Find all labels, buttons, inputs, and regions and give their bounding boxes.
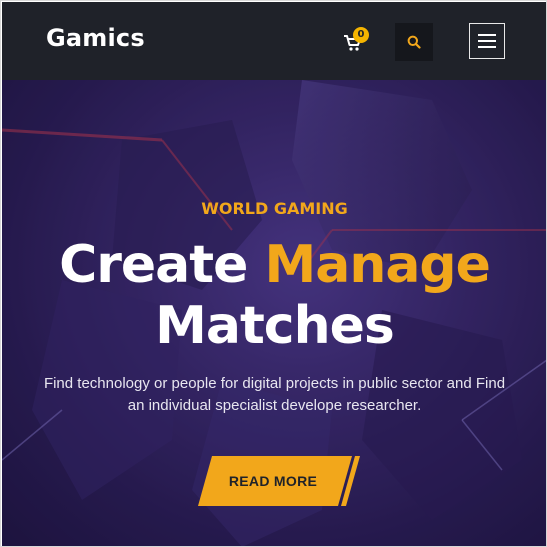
hamburger-line — [478, 40, 496, 42]
hero-banner: WORLD GAMING Create Manage Matches Find … — [2, 80, 546, 546]
search-button[interactable] — [395, 23, 433, 61]
cart-count-badge: 0 — [353, 27, 369, 43]
hamburger-line — [478, 46, 496, 48]
hero-title-line-2: Matches — [155, 296, 395, 356]
hamburger-line — [478, 34, 496, 36]
hero-title-line-1: Create Manage — [2, 235, 546, 295]
menu-toggle-button[interactable] — [469, 23, 505, 59]
hero-description: Find technology or people for digital pr… — [43, 375, 506, 414]
top-navbar: Gamics 0 — [2, 2, 546, 80]
hero-kicker: WORLD GAMING — [201, 199, 348, 218]
page-frame: Gamics 0 WORLD GAMING Create Manage Matc… — [0, 0, 547, 547]
site-logo[interactable]: Gamics — [46, 24, 145, 52]
hero-title-word-manage: Manage — [264, 235, 490, 295]
read-more-button[interactable]: READ MORE — [198, 456, 360, 506]
read-more-label: READ MORE — [228, 473, 318, 489]
hero-title-word-create: Create — [59, 235, 248, 295]
search-icon — [407, 35, 421, 49]
